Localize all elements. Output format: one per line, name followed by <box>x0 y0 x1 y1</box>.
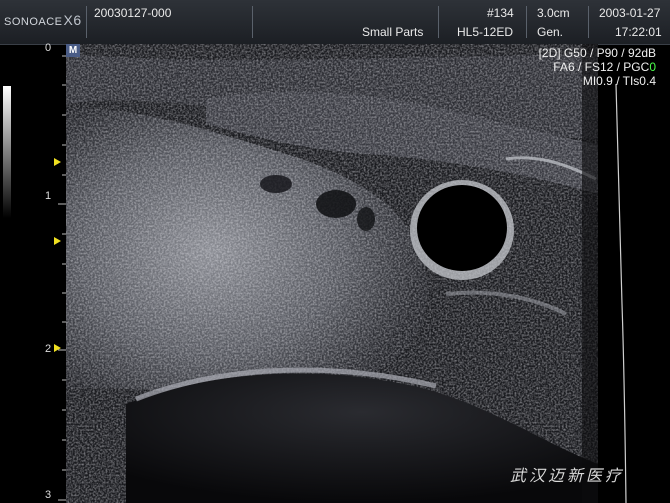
exam-time: 17:22:01 <box>615 25 662 39</box>
edge-shadow <box>582 44 598 503</box>
watermark-text: 武汉迈新医疗 <box>510 466 625 485</box>
hypoechoic-spot <box>316 190 356 218</box>
header-separator <box>86 6 87 38</box>
pgc-value: 0 <box>649 60 656 74</box>
patient-id: 20030127-000 <box>94 6 172 20</box>
ultrasound-image[interactable] <box>66 44 598 503</box>
hypoechoic-spot <box>357 207 375 231</box>
depth-label-0: 0 <box>45 42 52 54</box>
depth-label-1: 1 <box>45 190 52 202</box>
header-separator <box>526 6 527 38</box>
hypoechoic-spot <box>260 175 292 193</box>
m-marker-badge[interactable]: M <box>66 44 80 57</box>
exam-date: 2003-01-27 <box>599 6 661 20</box>
focus-marker-icon[interactable] <box>54 158 61 166</box>
grayscale-bar <box>3 86 11 218</box>
tgc-curve <box>615 83 627 503</box>
header-separator <box>252 6 253 38</box>
depth-readout: 3.0cm <box>537 6 570 20</box>
depth-label-2: 2 <box>45 343 52 355</box>
image-number: #134 <box>487 6 514 20</box>
probe-label: HL5-12ED <box>457 25 514 39</box>
frequency-readout: Gen. <box>537 25 564 39</box>
depth-label-3: 3 <box>45 489 52 501</box>
ultrasound-scan <box>66 44 598 503</box>
focus-marker-icon[interactable] <box>54 237 61 245</box>
vessel-lumen <box>417 185 507 271</box>
preset-label: Small Parts <box>362 25 424 39</box>
header-separator <box>438 6 439 38</box>
sonoace-logo: SONOACEX6 <box>4 12 82 28</box>
logo-brand: SONOACE <box>4 16 63 28</box>
logo-model: X6 <box>63 12 82 28</box>
header-separator <box>588 6 589 38</box>
depth-ruler <box>58 55 66 501</box>
header-bar: SONOACEX6 20030127-000 Small Parts #134 … <box>0 0 670 45</box>
focus-marker-icon[interactable] <box>54 344 61 352</box>
